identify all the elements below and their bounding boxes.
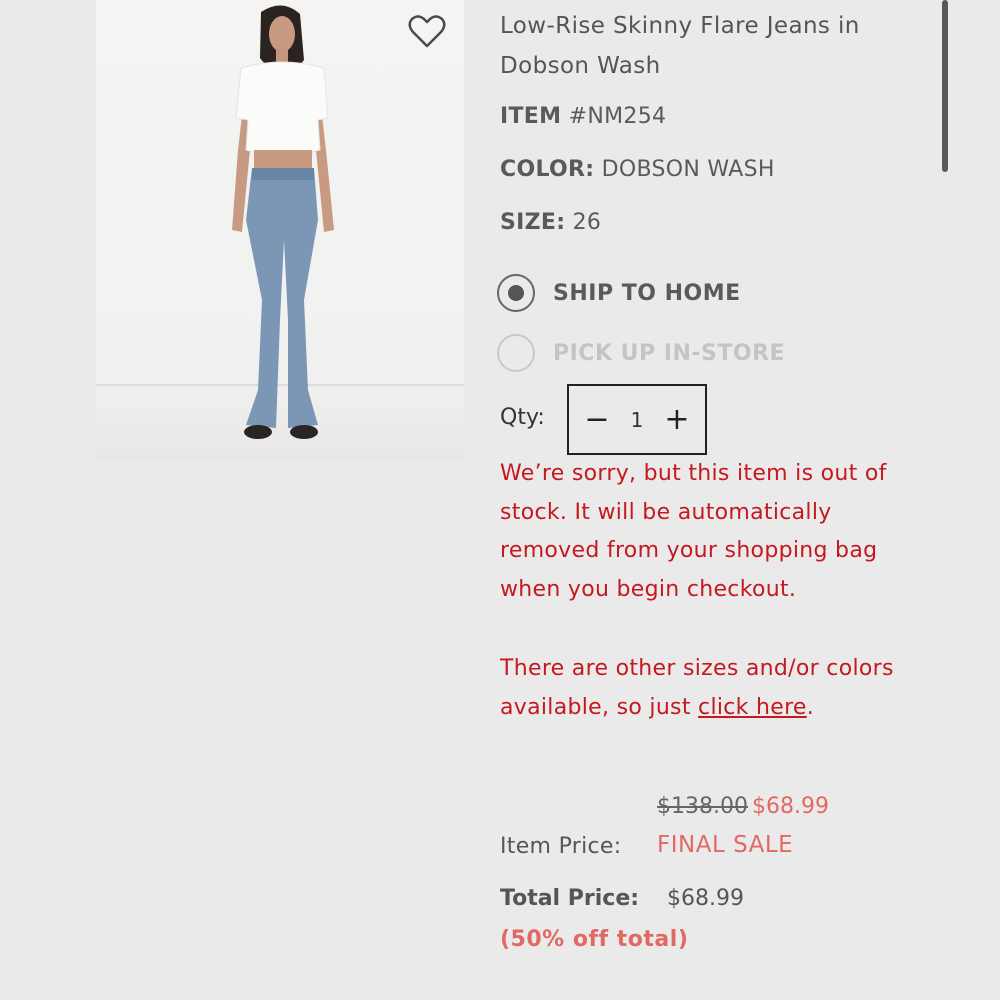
size-label: SIZE: xyxy=(500,210,566,235)
sale-price: $68.99 xyxy=(752,794,829,819)
size-row: SIZE: 26 xyxy=(500,210,601,235)
final-sale-tag: FINAL SALE xyxy=(657,832,794,858)
color-label: COLOR: xyxy=(500,157,595,182)
quantity-increase-button[interactable]: + xyxy=(663,404,691,435)
discount-note: (50% off total) xyxy=(500,927,689,952)
pick-up-in-store-option[interactable]: PICK UP IN-STORE xyxy=(497,334,785,372)
other-options-message: There are other sizes and/or colors avai… xyxy=(500,650,910,727)
quantity-stepper[interactable]: − 1 + xyxy=(567,384,707,455)
other-options-text: There are other sizes and/or colors avai… xyxy=(500,656,894,720)
item-number: #NM254 xyxy=(568,104,667,129)
scrollbar-thumb[interactable] xyxy=(942,0,948,172)
ship-to-home-option[interactable]: SHIP TO HOME xyxy=(497,274,741,312)
item-price-label: Item Price: xyxy=(500,834,622,859)
product-detail-page: Low-Rise Skinny Flare Jeans in Dobson Wa… xyxy=(0,0,1000,1000)
product-image xyxy=(96,0,464,460)
other-options-suffix: . xyxy=(806,694,815,720)
pick-up-in-store-radio[interactable] xyxy=(497,334,535,372)
ship-to-home-radio[interactable] xyxy=(497,274,535,312)
pick-up-in-store-label: PICK UP IN-STORE xyxy=(553,340,786,366)
click-here-link[interactable]: click here xyxy=(698,695,807,720)
favorite-heart-icon[interactable] xyxy=(407,14,447,50)
quantity-decrease-button[interactable]: − xyxy=(583,404,611,435)
total-price-label: Total Price: xyxy=(500,886,640,911)
quantity-label: Qty: xyxy=(500,405,545,430)
item-number-row: ITEM #NM254 xyxy=(500,104,666,129)
ship-to-home-label: SHIP TO HOME xyxy=(553,280,741,306)
size-value: 26 xyxy=(572,210,602,235)
total-price-value: $68.99 xyxy=(667,886,744,911)
quantity-value[interactable]: 1 xyxy=(631,408,644,432)
color-row: COLOR: DOBSON WASH xyxy=(500,157,775,182)
product-title: Low-Rise Skinny Flare Jeans in Dobson Wa… xyxy=(500,13,860,79)
out-of-stock-message: We’re sorry, but this item is out of sto… xyxy=(500,461,887,602)
original-price: $138.00 xyxy=(657,794,748,819)
color-value: DOBSON WASH xyxy=(601,157,775,182)
model-photo-illustration xyxy=(96,5,464,439)
item-label: ITEM xyxy=(500,104,562,129)
